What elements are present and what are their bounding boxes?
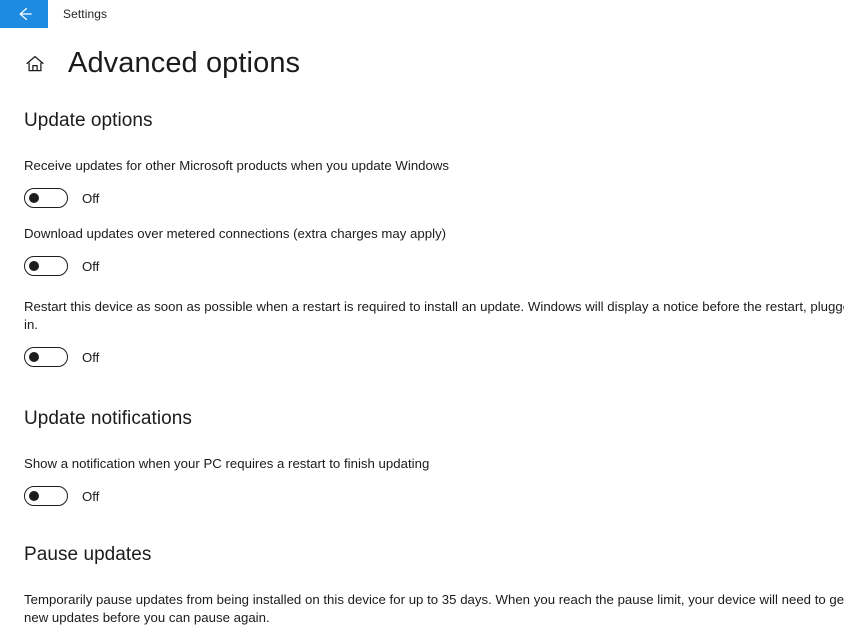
- setting-row: Off: [24, 347, 844, 367]
- toggle-knob: [29, 491, 39, 501]
- toggle-knob: [29, 261, 39, 271]
- arrow-left-icon: [14, 6, 34, 22]
- setting-description: Show a notification when your PC require…: [24, 456, 430, 471]
- setting-row: Off: [24, 256, 844, 276]
- settings-content: Update options Receive updates for other…: [0, 110, 844, 627]
- toggle-receive-updates-other-products[interactable]: [24, 188, 68, 208]
- toggle-restart-asap[interactable]: [24, 347, 68, 367]
- toggle-state-label: Off: [82, 488, 100, 504]
- app-title: Settings: [63, 7, 108, 21]
- page-header: Advanced options: [0, 49, 844, 78]
- toggle-knob: [29, 193, 39, 203]
- title-bar: Settings: [0, 0, 844, 28]
- toggle-state-label: Off: [82, 190, 100, 206]
- section-heading-pause-updates: Pause updates: [24, 544, 152, 565]
- setting-row: Off: [24, 188, 844, 208]
- toggle-state-label: Off: [82, 258, 100, 274]
- back-button[interactable]: [0, 0, 48, 28]
- setting-description: Restart this device as soon as possible …: [24, 299, 844, 332]
- page-title: Advanced options: [68, 47, 301, 79]
- toggle-download-over-metered-connections[interactable]: [24, 256, 68, 276]
- setting-row: Off: [24, 486, 844, 506]
- setting-description: Download updates over metered connection…: [24, 226, 447, 241]
- toggle-state-label: Off: [82, 349, 100, 365]
- section-heading-update-options: Update options: [24, 110, 153, 131]
- section-heading-update-notifications: Update notifications: [24, 408, 192, 429]
- toggle-show-restart-notification[interactable]: [24, 486, 68, 506]
- setting-description: Receive updates for other Microsoft prod…: [24, 158, 450, 173]
- toggle-knob: [29, 352, 39, 362]
- home-icon[interactable]: [22, 51, 48, 77]
- pause-updates-description: Temporarily pause updates from being ins…: [24, 592, 844, 625]
